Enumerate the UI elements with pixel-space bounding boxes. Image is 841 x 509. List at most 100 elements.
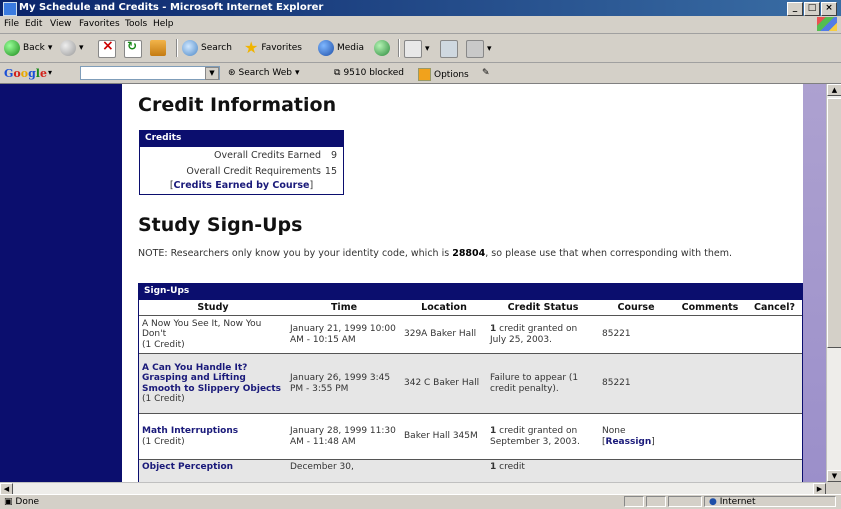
media-button[interactable]: Media [318,40,364,56]
reassign-link[interactable]: Reassign [606,437,652,447]
window-title: My Schedule and Credits - Microsoft Inte… [19,2,324,13]
study-cancel [747,413,802,460]
close-button[interactable]: × [821,2,837,16]
google-toolbar: Google ▾ ▼ ⊛ Search Web ▾ ⧉ 9510 blocked… [0,63,841,84]
col-credit-status: Credit Status [487,300,599,316]
left-nav-panel [0,84,122,482]
table-row: A Can You Handle It? Grasping and Liftin… [139,353,802,414]
search-button[interactable]: Search [182,40,232,56]
maximize-button[interactable]: □ [804,2,820,16]
table-row: Object Perception December 30, 1 credit [139,459,802,482]
forward-button[interactable]: ▾ [60,40,84,56]
study-time: December 30, [287,459,401,482]
chevron-down-icon: ▾ [294,68,300,78]
study-link[interactable]: Object Perception [142,462,233,472]
study-location [401,459,487,482]
popup-blocker-button[interactable]: ⧉ 9510 blocked [334,68,404,78]
menu-edit[interactable]: Edit [25,19,42,29]
menu-tools[interactable]: Tools [125,19,147,29]
col-cancel: Cancel? [747,300,802,316]
refresh-button[interactable] [124,39,142,58]
chevron-down-icon: ▾ [425,44,430,54]
star-icon: ★ [244,38,259,57]
edit-button[interactable]: ▾ [466,40,492,58]
media-icon [318,40,334,56]
col-location: Location [401,300,487,316]
print-button[interactable] [440,40,458,58]
credit-status: 1 credit granted on July 25, 2003. [487,315,599,354]
globe-icon: ● [709,497,717,507]
menu-help[interactable]: Help [153,19,174,29]
menu-file[interactable]: File [4,19,19,29]
study-name: A Now You See It, Now You Don't [142,318,262,340]
search-web-button[interactable]: ⊛ Search Web ▾ [228,68,299,78]
credits-by-course-link[interactable]: Credits Earned by Course [174,180,310,191]
menu-view[interactable]: View [50,19,71,29]
windows-logo-icon [817,17,837,31]
study-comments [673,315,747,354]
study-comments [673,413,747,460]
identity-note: NOTE: Researchers only know you by your … [138,248,732,259]
options-icon [418,68,431,81]
binoculars-icon: ⊛ [228,68,236,78]
security-zone: ● Internet [704,496,836,507]
chevron-down-icon[interactable]: ▾ [48,68,52,77]
highlighter-icon[interactable]: ✎ [482,68,490,78]
credits-header: Credits [140,131,343,147]
google-logo[interactable]: Google [4,67,47,80]
home-icon [150,40,166,56]
forward-arrow-icon [60,40,76,56]
study-cancel [747,315,802,354]
edit-icon [466,40,484,58]
scroll-up-icon[interactable]: ▲ [827,84,841,96]
options-button[interactable]: Options [418,68,469,81]
identity-code: 28804 [452,248,486,259]
stop-icon [98,38,116,58]
col-course: Course [599,300,673,316]
chevron-down-icon[interactable]: ▼ [205,67,219,80]
scroll-thumb[interactable] [827,98,841,348]
window-titlebar: My Schedule and Credits - Microsoft Inte… [0,0,841,16]
signups-table: Study Time Location Credit Status Course… [139,300,802,482]
study-link[interactable]: A Can You Handle It? Grasping and Liftin… [142,363,281,394]
credits-row: Overall Credits Earned 9 [214,150,337,161]
stop-button[interactable] [98,38,116,58]
study-signups-heading: Study Sign-Ups [138,214,303,236]
chevron-down-icon: ▾ [47,43,53,53]
google-search-input[interactable] [80,66,220,80]
menu-bar: File Edit View Favorites Tools Help [0,16,841,34]
minimize-button[interactable]: _ [787,2,803,16]
status-bar: ▣ Done ● Internet [0,494,841,509]
study-comments [673,353,747,414]
study-cancel [747,459,802,482]
vertical-scrollbar[interactable]: ▲ ▼ [826,84,841,482]
scroll-down-icon[interactable]: ▼ [827,470,841,482]
history-button[interactable] [374,40,390,56]
credits-box: Credits Overall Credits Earned 9 Overall… [139,130,344,195]
study-location: 342 C Baker Hall [401,353,487,414]
back-button[interactable]: Back ▾ [4,40,52,56]
home-button[interactable] [150,40,166,56]
right-decorative-bar [803,84,826,482]
table-row: A Now You See It, Now You Don't (1 Credit… [139,315,802,354]
col-time: Time [287,300,401,316]
credit-status: 1 credit [487,459,599,482]
signups-caption: Sign-Ups [139,284,802,300]
study-time: January 21, 1999 10:00 AM - 10:15 AM [287,315,401,354]
favorites-button[interactable]: ★ Favorites [244,40,302,56]
search-icon [182,40,198,56]
mail-button[interactable]: ▾ [404,40,430,58]
print-icon [440,40,458,58]
refresh-icon [124,39,142,58]
study-link[interactable]: Math Interruptions [142,426,238,436]
study-course: 85221 [599,353,673,414]
menu-favorites[interactable]: Favorites [79,19,120,29]
mail-icon [404,40,422,58]
credit-status: 1 credit granted on September 3, 2003. [487,413,599,460]
credits-row: Overall Credit Requirements 15 [186,166,337,177]
table-header-row: Study Time Location Credit Status Course… [139,300,802,316]
credit-status: Failure to appear (1 credit penalty). [487,353,599,414]
popup-blocker-icon: ⧉ [334,68,341,78]
credits-by-course-link-row: [Credits Earned by Course] [169,180,314,191]
page-content: Credit Information Credits Overall Credi… [122,84,826,482]
